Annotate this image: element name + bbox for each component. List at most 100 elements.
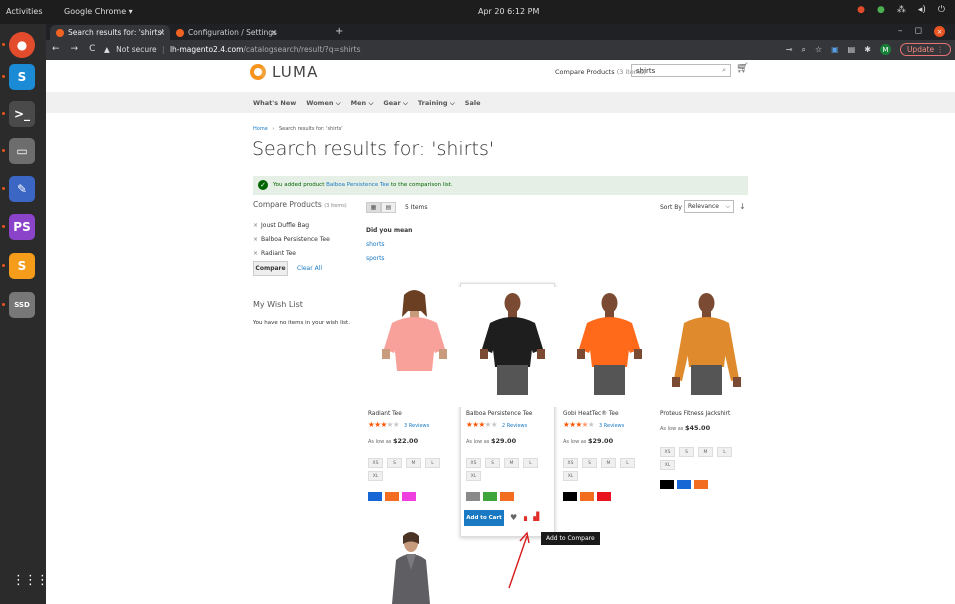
volume-icon[interactable]: ◂) <box>918 5 926 15</box>
extension-icon[interactable]: ▣ <box>831 45 839 54</box>
size-option[interactable]: XS <box>563 458 578 468</box>
product-image[interactable] <box>563 287 656 407</box>
sort-select[interactable]: Relevance ⌵ <box>684 200 734 213</box>
luma-logo[interactable]: LUMA <box>250 63 319 81</box>
size-option[interactable]: XL <box>466 471 481 481</box>
tab-configuration[interactable]: Configuration / Settings × <box>170 25 282 40</box>
close-tab-icon[interactable]: × <box>271 28 277 37</box>
dock-phpstorm-icon[interactable]: PS <box>9 214 35 240</box>
clock[interactable]: Apr 20 6:12 PM <box>478 7 539 16</box>
product-name[interactable]: Gobi HeatTec® Tee <box>563 411 619 417</box>
size-option[interactable]: XL <box>368 471 383 481</box>
list-view-icon[interactable]: ▤ <box>381 202 396 213</box>
size-option[interactable]: L <box>620 458 635 468</box>
forward-icon[interactable]: → <box>71 44 79 54</box>
dock-chrome-icon[interactable]: ● <box>9 32 35 58</box>
nav-item[interactable]: Gear ⌵ <box>383 99 408 108</box>
dock-skype-icon[interactable]: S <box>9 64 35 90</box>
message-product-link[interactable]: Balboa Persistence Tee <box>326 182 389 188</box>
system-tray[interactable]: ● ● ⁂ ◂) ⏻ <box>857 5 945 15</box>
color-option[interactable] <box>385 492 399 501</box>
zoom-icon[interactable]: ⌕ <box>801 45 805 55</box>
back-icon[interactable]: ← <box>52 44 60 54</box>
search-input[interactable]: shirts ⌕ <box>631 64 731 77</box>
size-option[interactable]: S <box>679 447 694 457</box>
color-option[interactable] <box>660 480 674 489</box>
reviews-link[interactable]: 2 Reviews <box>502 423 527 429</box>
nav-item[interactable]: Training ⌵ <box>418 99 455 108</box>
dock-text-editor-icon[interactable]: ✎ <box>9 176 35 202</box>
suggestion-link[interactable]: sports <box>366 255 385 262</box>
dock-files-icon[interactable]: ▭ <box>9 138 35 164</box>
color-option[interactable] <box>563 492 577 501</box>
nav-item[interactable]: Men ⌵ <box>351 99 374 108</box>
size-option[interactable]: S <box>387 458 402 468</box>
color-option[interactable] <box>500 492 514 501</box>
remove-compare-icon[interactable]: × <box>253 236 258 243</box>
compare-button[interactable]: Compare <box>253 261 288 276</box>
show-applications-icon[interactable]: ⋮⋮⋮ <box>12 573 49 588</box>
size-option[interactable]: M <box>406 458 421 468</box>
dock-sublime-icon[interactable]: S <box>9 253 35 279</box>
size-option[interactable]: M <box>504 458 519 468</box>
size-option[interactable]: S <box>485 458 500 468</box>
nav-item[interactable]: Women ⌵ <box>306 99 340 108</box>
new-tab-icon[interactable]: + <box>335 26 343 37</box>
nav-item[interactable]: Sale <box>465 99 481 108</box>
size-option[interactable]: L <box>717 447 732 457</box>
color-option[interactable] <box>368 492 382 501</box>
minimize-icon[interactable]: – <box>898 26 903 37</box>
close-window-icon[interactable]: × <box>934 26 945 37</box>
product-name[interactable]: Radiant Tee <box>368 411 402 417</box>
key-icon[interactable]: ⊸ <box>786 45 793 54</box>
product-name[interactable]: Balboa Persistence Tee <box>466 411 532 417</box>
color-option[interactable] <box>483 492 497 501</box>
color-option[interactable] <box>466 492 480 501</box>
product-image[interactable] <box>466 287 559 407</box>
suggestion-link[interactable]: shorts <box>366 241 385 248</box>
compare-item-label[interactable]: Balboa Persistence Tee <box>261 236 330 243</box>
extension-k-icon[interactable]: ▤ <box>848 45 856 54</box>
green-app-icon[interactable]: ● <box>877 5 885 15</box>
size-option[interactable]: M <box>601 458 616 468</box>
maximize-icon[interactable]: ◻ <box>915 26 922 37</box>
update-button[interactable]: Update ⋮ <box>899 43 951 56</box>
compare-item-label[interactable]: Joust Duffle Bag <box>261 222 309 229</box>
size-option[interactable]: XL <box>660 460 675 470</box>
nav-item[interactable]: What's New <box>253 99 296 108</box>
extensions-puzzle-icon[interactable]: ✱ <box>864 45 871 54</box>
reload-icon[interactable]: C <box>89 44 95 54</box>
clear-all-link[interactable]: Clear All <box>297 265 322 272</box>
size-option[interactable]: XL <box>563 471 578 481</box>
power-icon[interactable]: ⏻ <box>938 5 945 15</box>
color-option[interactable] <box>580 492 594 501</box>
add-to-compare-icon[interactable]: ▖▗▌ <box>524 512 542 521</box>
product-image[interactable] <box>368 287 461 407</box>
size-option[interactable]: M <box>698 447 713 457</box>
size-option[interactable]: S <box>582 458 597 468</box>
size-option[interactable]: XS <box>368 458 383 468</box>
wishlist-heart-icon[interactable]: ♥ <box>510 513 517 522</box>
size-option[interactable]: XS <box>660 447 675 457</box>
sort-direction-arrow-icon[interactable]: ↓ <box>739 202 746 211</box>
address-bar[interactable]: ▲ Not secure | lh-magento2.4.com/catalog… <box>104 43 839 57</box>
reviews-link[interactable]: 3 Reviews <box>599 423 624 429</box>
color-option[interactable] <box>677 480 691 489</box>
remove-compare-icon[interactable]: × <box>253 222 258 229</box>
dock-ssd-icon[interactable]: SSD <box>9 292 35 318</box>
tab-search-results[interactable]: Search results for: 'shirts' × <box>50 25 170 40</box>
profile-avatar[interactable]: M <box>879 44 891 55</box>
size-option[interactable]: L <box>523 458 538 468</box>
product-image[interactable] <box>660 287 753 407</box>
search-icon[interactable]: ⌕ <box>722 66 726 75</box>
grid-view-icon[interactable]: ▦ <box>366 202 381 213</box>
product-name[interactable]: Proteus Fitness Jackshirt <box>660 411 730 417</box>
close-tab-icon[interactable]: × <box>159 28 165 37</box>
size-option[interactable]: XS <box>466 458 481 468</box>
dock-terminal-icon[interactable]: >_ <box>9 101 35 127</box>
color-option[interactable] <box>694 480 708 489</box>
network-icon[interactable]: ⁂ <box>897 5 906 15</box>
remove-compare-icon[interactable]: × <box>253 250 258 257</box>
breadcrumb-home[interactable]: Home <box>253 126 268 132</box>
size-option[interactable]: L <box>425 458 440 468</box>
